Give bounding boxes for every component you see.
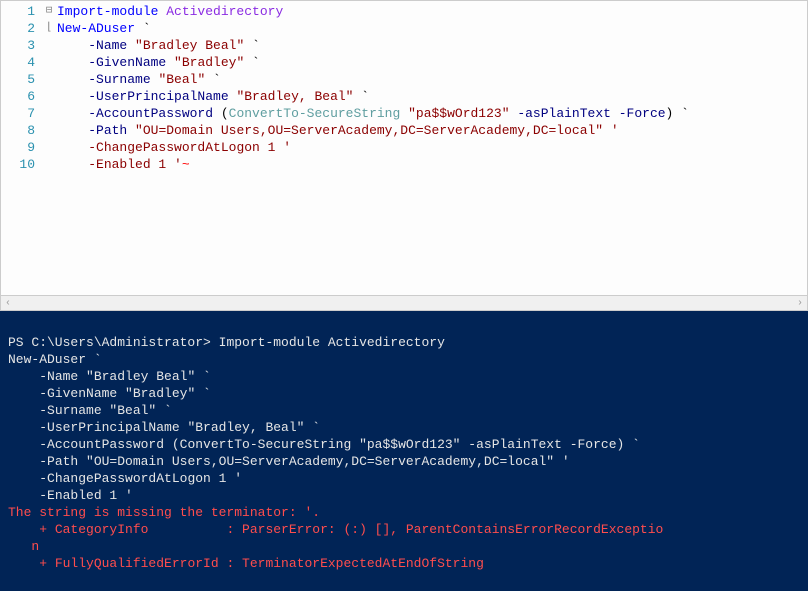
scroll-left-icon[interactable]: ‹ [5,298,11,309]
console-output-line: -GivenName "Bradley" ` [8,386,211,401]
console-output-line: -Path "OU=Domain Users,OU=ServerAcademy,… [8,454,570,469]
console-output-line: New-ADuser ` [8,352,102,367]
line-number-gutter: 1 2 3 4 5 6 7 8 9 10 [1,3,41,173]
console-prompt: PS C:\Users\Administrator> [8,335,219,350]
script-editor-pane[interactable]: 1 2 3 4 5 6 7 8 9 10 ⊟ ⌊ Import-module A… [0,0,808,295]
console-output-line: -Name "Bradley Beal" ` [8,369,211,384]
console-blank-line [8,572,800,589]
console-output-line: -Enabled 1 ' [8,488,133,503]
console-output-line: -UserPrincipalName "Bradley, Beal" ` [8,420,320,435]
console-output-line: -ChangePasswordAtLogon 1 ' [8,471,242,486]
console-pane[interactable]: PS C:\Users\Administrator> Import-module… [0,311,808,591]
console-error-line: + CategoryInfo : ParserError: (:) [], Pa… [8,522,663,537]
console-command: Import-module Activedirectory [219,335,445,350]
code-text-area[interactable]: Import-module Activedirectory New-ADuser… [57,3,807,173]
console-error-line: n [8,539,39,554]
scroll-right-icon[interactable]: › [797,298,803,309]
console-error-line: The string is missing the terminator: '. [8,505,320,520]
console-output-line: -AccountPassword (ConvertTo-SecureString… [8,437,640,452]
pane-divider[interactable]: ‹ › [0,295,808,311]
console-error-line: + FullyQualifiedErrorId : TerminatorExpe… [8,556,484,571]
console-output-line: -Surname "Beal" ` [8,403,172,418]
fold-column[interactable]: ⊟ ⌊ [41,3,57,173]
